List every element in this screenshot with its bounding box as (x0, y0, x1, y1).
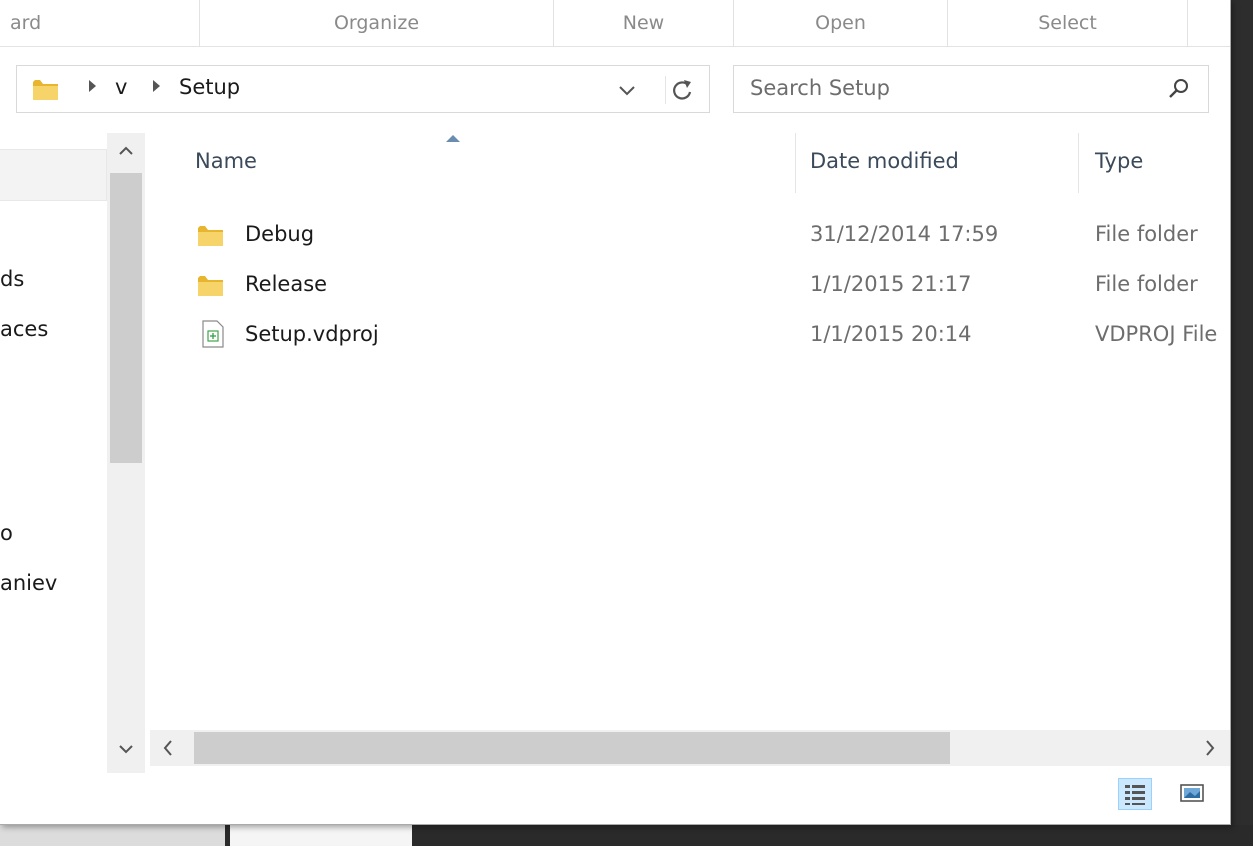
ribbon: ard Organize New Open Select (0, 0, 1230, 47)
taskbar-segment (230, 825, 412, 846)
address-bar[interactable]: v Setup (16, 65, 710, 113)
file-row[interactable]: Setup.vdproj 1/1/2015 20:14 VDPROJ File (150, 312, 1230, 360)
ribbon-group-organize[interactable]: Organize (200, 0, 554, 46)
file-date: 31/12/2014 17:59 (810, 222, 999, 246)
large-icons-view-icon (1180, 784, 1204, 802)
file-type: File folder (1095, 222, 1198, 246)
taskbar-strip (0, 825, 1253, 846)
search-icon[interactable] (1168, 78, 1190, 100)
file-name[interactable]: Setup.vdproj (245, 322, 379, 346)
breadcrumb-v[interactable]: v (115, 75, 127, 99)
file-name[interactable]: Release (245, 272, 327, 296)
breadcrumb-separator[interactable] (153, 80, 160, 92)
breadcrumb-setup[interactable]: Setup (179, 75, 240, 99)
folder-icon (198, 276, 223, 296)
file-explorer-window: ard Organize New Open Select v Setup Sea… (0, 0, 1231, 825)
nav-item-pc[interactable]: o (0, 521, 13, 545)
file-name[interactable]: Debug (245, 222, 314, 246)
column-header-row: Name Date modified Type (150, 133, 1230, 193)
refresh-icon[interactable] (665, 76, 698, 104)
nav-vertical-scrollbar[interactable] (107, 133, 145, 773)
file-row[interactable]: Release 1/1/2015 21:17 File folder (150, 262, 1230, 310)
sort-ascending-icon (446, 135, 460, 142)
folder-icon (33, 80, 58, 100)
ribbon-group-new[interactable]: New (554, 0, 734, 46)
scroll-left-icon[interactable] (150, 730, 188, 766)
file-date: 1/1/2015 20:14 (810, 322, 972, 346)
search-input[interactable]: Search Setup (750, 76, 890, 100)
details-view-button[interactable] (1118, 778, 1152, 810)
file-date: 1/1/2015 21:17 (810, 272, 972, 296)
chevron-down-icon[interactable] (615, 80, 639, 100)
column-divider[interactable] (795, 133, 796, 193)
scroll-down-icon[interactable] (107, 733, 145, 769)
breadcrumb-separator[interactable] (89, 80, 96, 92)
nav-item-places[interactable]: aces (0, 317, 48, 341)
scrollbar-thumb[interactable] (110, 173, 142, 463)
ribbon-group-select[interactable]: Select (948, 0, 1188, 46)
background-window-strip (1231, 0, 1253, 846)
column-date-modified[interactable]: Date modified (810, 149, 959, 173)
details-view-icon (1125, 785, 1145, 805)
scroll-right-icon[interactable] (1192, 730, 1230, 766)
nav-item-user[interactable]: aniev (0, 571, 57, 595)
horizontal-scrollbar[interactable] (150, 730, 1230, 766)
search-box[interactable]: Search Setup (733, 65, 1209, 113)
column-type[interactable]: Type (1095, 149, 1143, 173)
scrollbar-thumb[interactable] (194, 732, 950, 764)
file-type: VDPROJ File (1095, 322, 1218, 346)
file-row[interactable]: Debug 31/12/2014 17:59 File folder (150, 212, 1230, 260)
folder-icon (198, 226, 223, 246)
large-icons-view-button[interactable] (1176, 778, 1210, 810)
file-icon (202, 320, 224, 348)
ribbon-group-clipboard[interactable]: ard (0, 0, 200, 46)
file-type: File folder (1095, 272, 1198, 296)
column-divider[interactable] (1078, 133, 1079, 193)
ribbon-group-open[interactable]: Open (734, 0, 948, 46)
taskbar-segment (0, 825, 225, 846)
nav-item-selected[interactable] (0, 149, 107, 201)
scroll-up-icon[interactable] (107, 133, 145, 169)
column-name[interactable]: Name (195, 149, 257, 173)
nav-item-downloads[interactable]: ds (0, 267, 24, 291)
